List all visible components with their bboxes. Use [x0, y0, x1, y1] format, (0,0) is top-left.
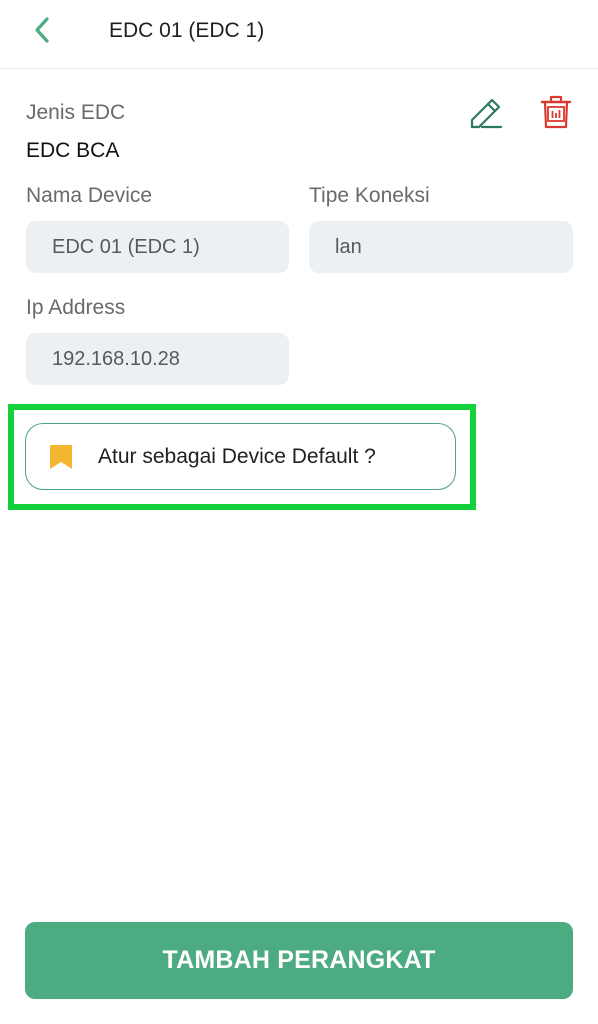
edit-pencil-icon	[468, 94, 504, 135]
edit-button[interactable]	[466, 94, 506, 134]
ip-address-field: 192.168.10.28	[26, 333, 289, 385]
ip-address-label: Ip Address	[26, 296, 126, 319]
bookmark-icon	[48, 443, 74, 471]
set-default-device-button[interactable]: Atur sebagai Device Default ?	[25, 423, 456, 490]
jenis-edc-label: Jenis EDC	[26, 101, 126, 124]
jenis-edc-value: EDC BCA	[26, 139, 120, 162]
app-header: EDC 01 (EDC 1)	[0, 0, 598, 69]
nama-device-field: EDC 01 (EDC 1)	[26, 221, 289, 273]
page-title: EDC 01 (EDC 1)	[109, 19, 265, 42]
edc-detail-screen: EDC 01 (EDC 1) Jenis EDC EDC BCA Nama De…	[0, 0, 598, 1024]
nama-device-value: EDC 01 (EDC 1)	[52, 235, 200, 258]
set-default-device-label: Atur sebagai Device Default ?	[98, 444, 376, 468]
tambah-perangkat-button[interactable]: TAMBAH PERANGKAT	[25, 922, 573, 999]
tipe-koneksi-value: lan	[335, 235, 362, 258]
chevron-left-icon	[33, 16, 51, 49]
delete-button[interactable]	[536, 94, 576, 134]
nama-device-label: Nama Device	[26, 184, 153, 207]
back-button[interactable]	[26, 14, 58, 50]
tipe-koneksi-field: lan	[309, 221, 573, 273]
tambah-perangkat-label: TAMBAH PERANGKAT	[162, 946, 436, 974]
ip-address-value: 192.168.10.28	[52, 347, 180, 370]
tipe-koneksi-label: Tipe Koneksi	[309, 184, 430, 207]
trash-icon	[539, 94, 573, 135]
